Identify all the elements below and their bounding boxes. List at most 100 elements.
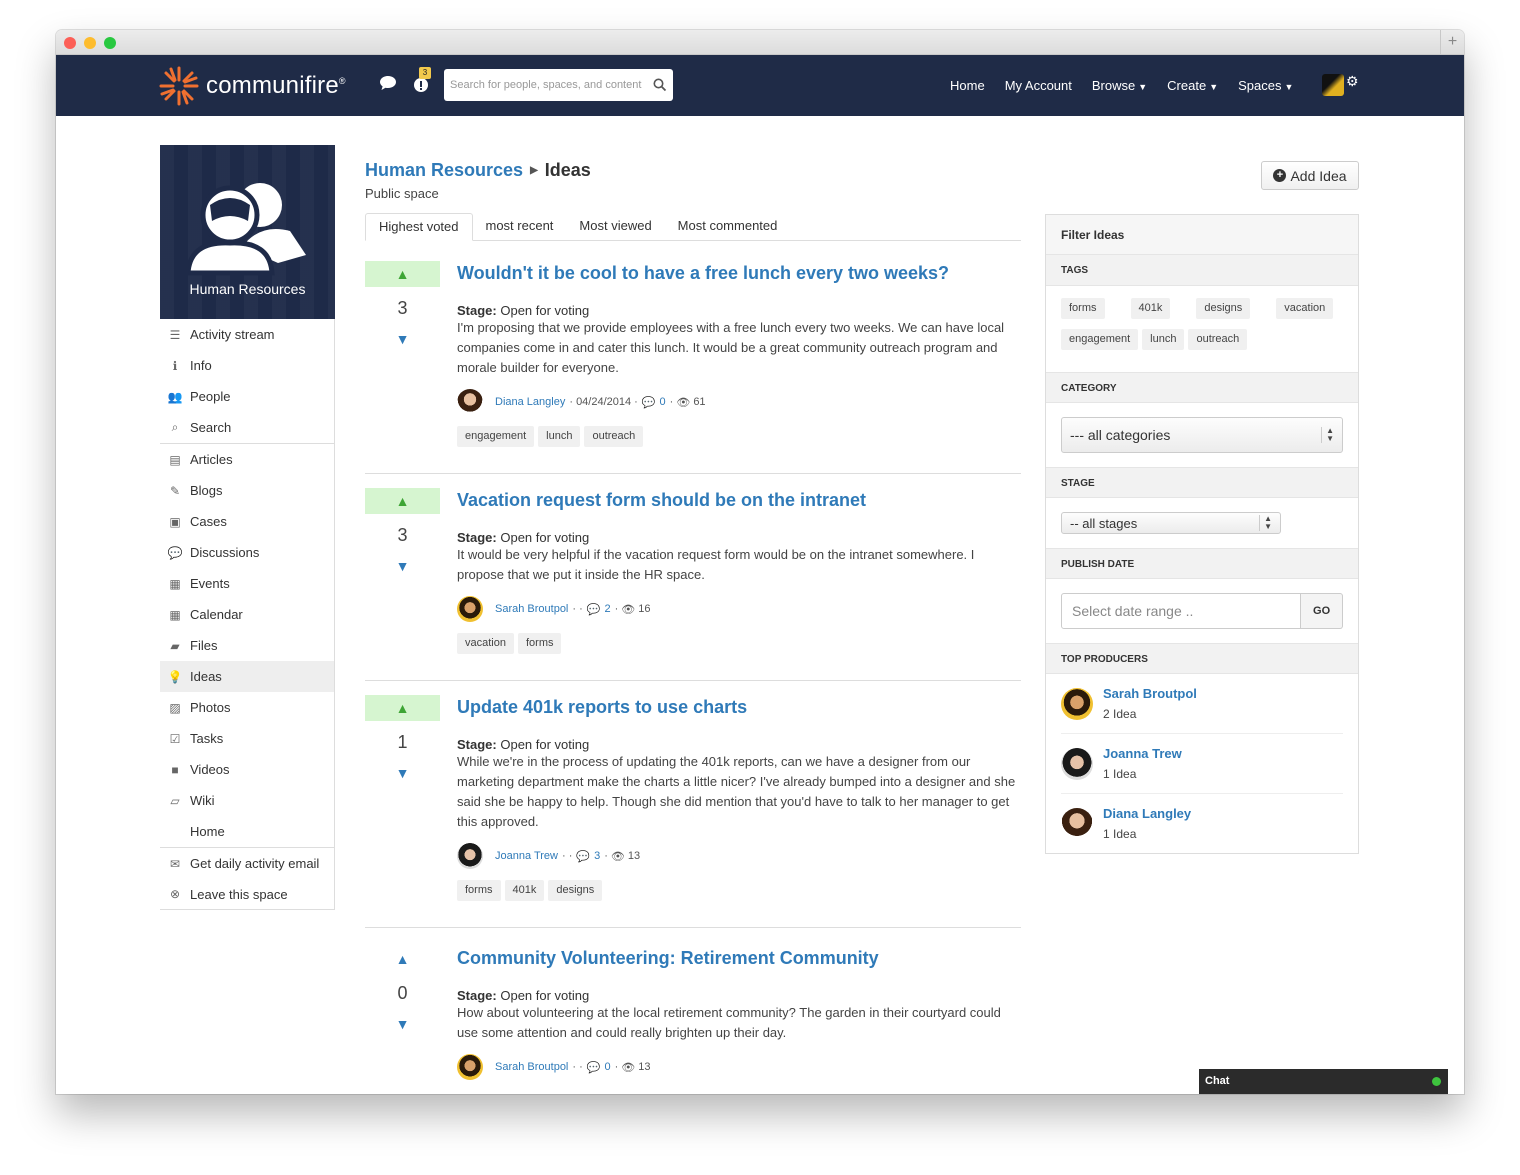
idea-title-link[interactable]: Wouldn't it be cool to have a free lunch…	[457, 263, 1021, 284]
menu-search[interactable]: ⌕ Search	[160, 412, 334, 443]
menu-leave-space[interactable]: ⊗ Leave this space	[160, 879, 334, 910]
avatar[interactable]	[1061, 807, 1093, 840]
space-banner-title: Human Resources	[189, 281, 306, 297]
menu-events[interactable]: ▦ Events	[160, 568, 334, 599]
tab-most-viewed[interactable]: Most viewed	[566, 213, 664, 241]
gear-icon[interactable]: ⚙	[1346, 73, 1359, 90]
tab-highest-voted[interactable]: Highest voted	[365, 213, 473, 241]
maximize-window-button[interactable]	[104, 37, 116, 49]
upvote-button[interactable]: ▲	[365, 946, 440, 972]
menu-activity-stream[interactable]: ☰ Activity stream	[160, 319, 334, 350]
avatar[interactable]	[457, 596, 483, 622]
filter-tag[interactable]: lunch	[1142, 329, 1185, 350]
nav-spaces-menu[interactable]: Spaces ▼	[1238, 78, 1293, 93]
comment-count[interactable]: 3	[594, 850, 600, 862]
logo[interactable]: communifire®	[158, 65, 346, 107]
space-banner[interactable]: Human Resources	[160, 145, 335, 319]
filter-title: Filter Ideas	[1046, 215, 1358, 255]
tag[interactable]: vacation	[457, 633, 514, 654]
filter-tag[interactable]: outreach	[1188, 329, 1248, 350]
menu-info[interactable]: ℹ Info	[160, 350, 334, 381]
avatar[interactable]	[457, 1054, 483, 1080]
global-search-input[interactable]	[450, 79, 653, 91]
new-tab-button[interactable]: +	[1440, 30, 1464, 55]
downvote-button[interactable]: ▼	[365, 329, 440, 355]
filter-tag[interactable]: engagement	[1061, 329, 1139, 350]
idea-title-link[interactable]: Community Volunteering: Retirement Commu…	[457, 948, 1021, 969]
menu-tasks[interactable]: ☑ Tasks	[160, 723, 334, 754]
upvote-button[interactable]: ▲	[365, 695, 440, 721]
menu-blogs[interactable]: ✎ Blogs	[160, 475, 334, 506]
tab-most-recent[interactable]: most recent	[473, 213, 567, 241]
upvote-button[interactable]: ▲	[365, 488, 440, 514]
user-avatar[interactable]	[1322, 74, 1344, 96]
add-idea-button[interactable]: + Add Idea	[1261, 161, 1359, 190]
go-button[interactable]: GO	[1301, 593, 1343, 629]
author-link[interactable]: Sarah Broutpol	[495, 1061, 568, 1073]
tag[interactable]: outreach	[584, 426, 644, 447]
author-link[interactable]: Diana Langley	[495, 396, 565, 408]
comment-icon: 💬	[576, 850, 591, 863]
menu-discussions[interactable]: 💬 Discussions	[160, 537, 334, 568]
notifications-icon[interactable]: 3	[413, 67, 431, 98]
menu-files[interactable]: ▰ Files	[160, 630, 334, 661]
comment-count[interactable]: 0	[604, 1061, 610, 1073]
idea-description: I'm proposing that we provide employees …	[457, 320, 1005, 375]
filter-tag[interactable]: 401k	[1130, 298, 1171, 319]
producer-name-link[interactable]: Diana Langley	[1103, 806, 1191, 821]
menu-wiki[interactable]: ▱ Wiki	[160, 785, 334, 816]
menu-photos[interactable]: ▨ Photos	[160, 692, 334, 723]
menu-home[interactable]: Home	[160, 816, 334, 847]
tag[interactable]: forms	[457, 880, 501, 901]
menu-cases[interactable]: ▣ Cases	[160, 506, 334, 537]
comment-count[interactable]: 2	[604, 603, 610, 615]
avatar[interactable]	[457, 843, 483, 869]
stage-select[interactable]: -- all stages ▲ ▼	[1061, 512, 1281, 534]
comment-count[interactable]: 0	[660, 396, 666, 408]
avatar[interactable]	[1061, 747, 1093, 780]
avatar[interactable]	[1061, 687, 1093, 720]
nav-my-account-link[interactable]: My Account	[1005, 78, 1072, 93]
events-icon: ▦	[169, 576, 181, 591]
filter-tag[interactable]: vacation	[1276, 298, 1334, 319]
tag[interactable]: 401k	[504, 880, 545, 901]
tag[interactable]: forms	[517, 633, 562, 654]
top-producers-list: Sarah Broutpol 2 Idea Joanna Trew 1 Idea…	[1046, 674, 1358, 853]
chat-bubble-icon[interactable]	[379, 75, 397, 96]
chat-bar[interactable]: Chat	[1199, 1069, 1448, 1094]
author-link[interactable]: Sarah Broutpol	[495, 603, 568, 615]
vote-widget: ▲ 1 ▼	[365, 695, 440, 789]
tag[interactable]: engagement	[457, 426, 535, 447]
producer-name-link[interactable]: Sarah Broutpol	[1103, 686, 1197, 701]
downvote-button[interactable]: ▼	[365, 1014, 440, 1040]
nav-home-link[interactable]: Home	[950, 78, 985, 93]
producer-name-link[interactable]: Joanna Trew	[1103, 746, 1182, 761]
filter-tag[interactable]: designs	[1196, 298, 1251, 319]
filter-tag[interactable]: forms	[1061, 298, 1105, 319]
tag[interactable]: designs	[548, 880, 603, 901]
nav-create-menu[interactable]: Create ▼	[1167, 78, 1218, 93]
menu-calendar[interactable]: ▦ Calendar	[160, 599, 334, 630]
menu-daily-email[interactable]: ✉ Get daily activity email	[160, 848, 334, 879]
minimize-window-button[interactable]	[84, 37, 96, 49]
downvote-button[interactable]: ▼	[365, 763, 440, 789]
avatar[interactable]	[457, 389, 483, 415]
menu-articles[interactable]: ▤ Articles	[160, 444, 334, 475]
vote-widget: ▲ 3 ▼	[365, 488, 440, 582]
close-window-button[interactable]	[64, 37, 76, 49]
search-icon[interactable]	[653, 78, 667, 92]
idea-title-link[interactable]: Update 401k reports to use charts	[457, 697, 1021, 718]
upvote-button[interactable]: ▲	[365, 261, 440, 287]
menu-people[interactable]: 👥 People	[160, 381, 334, 412]
idea-title-link[interactable]: Vacation request form should be on the i…	[457, 490, 1021, 511]
breadcrumb-space-link[interactable]: Human Resources	[365, 160, 523, 181]
category-select[interactable]: --- all categories ▲ ▼	[1061, 417, 1343, 453]
tab-most-commented[interactable]: Most commented	[665, 213, 791, 241]
menu-ideas[interactable]: 💡 Ideas	[160, 661, 334, 692]
author-link[interactable]: Joanna Trew	[495, 850, 558, 862]
downvote-button[interactable]: ▼	[365, 556, 440, 582]
menu-videos[interactable]: ■ Videos	[160, 754, 334, 785]
nav-browse-menu[interactable]: Browse ▼	[1092, 78, 1147, 93]
date-range-input[interactable]	[1061, 593, 1302, 629]
tag[interactable]: lunch	[538, 426, 581, 447]
